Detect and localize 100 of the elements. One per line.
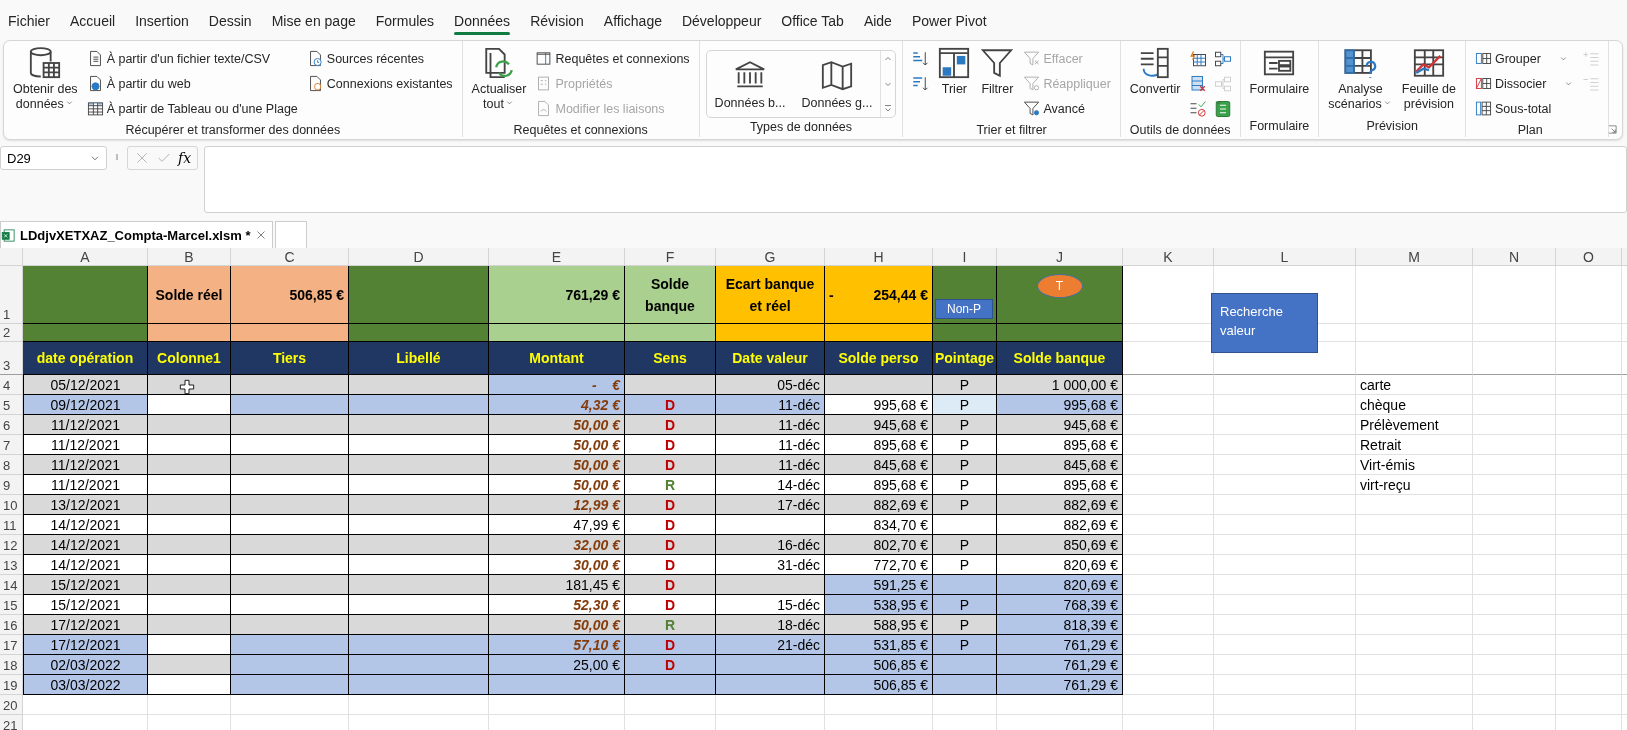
table-cell: 181,45 € <box>489 575 625 595</box>
group-label: Récupérer et transformer des données <box>125 122 341 139</box>
column-header[interactable]: M <box>1356 248 1473 266</box>
column-header[interactable]: B <box>148 248 231 266</box>
row-number[interactable]: 9 <box>0 475 23 495</box>
menu-tab[interactable]: Fichier <box>0 13 62 38</box>
row-number[interactable]: 12 <box>0 535 23 555</box>
ribbon-button[interactable]: Convertir <box>1126 44 1184 99</box>
clear-filter-icon <box>1023 50 1041 67</box>
menu-tab[interactable]: Insertion <box>127 13 201 38</box>
ribbon-button[interactable]: Avancé <box>1020 96 1114 121</box>
column-header[interactable]: G <box>716 248 825 266</box>
ribbon-button[interactable]: Trier <box>934 44 975 99</box>
ribbon-button[interactable]: Dissocier <box>1472 71 1578 96</box>
table-cell: 14/12/2021 <box>23 535 148 555</box>
column-header[interactable]: C <box>231 248 349 266</box>
menu-tab[interactable]: Révision <box>522 13 596 38</box>
cancel-icon[interactable] <box>134 150 150 166</box>
column-header[interactable]: F <box>625 248 716 266</box>
ribbon-button[interactable]: Formulaire <box>1246 44 1313 99</box>
table-cell: 1 000,00 € <box>997 375 1123 395</box>
ribbon-button[interactable]: Sources récentes <box>303 46 456 71</box>
column-header[interactable]: E <box>489 248 625 266</box>
column-header[interactable]: D <box>349 248 489 266</box>
dialog-launcher-icon[interactable] <box>1607 124 1618 135</box>
row-number[interactable]: 13 <box>0 555 23 575</box>
table-cell: 506,85 € <box>231 266 349 324</box>
ribbon-button[interactable]: À partir de Tableau ou d'une Plage <box>83 96 301 121</box>
menu-tab[interactable]: Mise en page <box>263 13 368 38</box>
row-number[interactable]: 21 <box>0 715 23 730</box>
ribbon-button[interactable]: Actualiser tout <box>468 44 530 114</box>
row-number[interactable]: 4 <box>0 375 23 395</box>
row-number[interactable]: 15 <box>0 595 23 615</box>
column-header[interactable]: N <box>1473 248 1556 266</box>
column-header[interactable]: H <box>825 248 933 266</box>
column-header[interactable]: I <box>933 248 997 266</box>
ribbon-button[interactable]: À partir d'un fichier texte/CSV <box>83 46 301 71</box>
data-type-button[interactable]: Données g... <box>793 51 881 117</box>
ribbon-button[interactable]: Feuille de prévision <box>1398 44 1459 114</box>
row-number[interactable]: 18 <box>0 655 23 675</box>
row-number[interactable]: 20 <box>0 695 23 715</box>
select-all-button[interactable] <box>0 248 23 266</box>
column-header[interactable]: L <box>1214 248 1356 266</box>
menu-tab[interactable]: Accueil <box>62 13 128 38</box>
table-cell: 17-déc <box>716 495 825 515</box>
row-number[interactable]: 17 <box>0 635 23 655</box>
ribbon-button[interactable]: Filtrer <box>977 44 1018 99</box>
ribbon-button[interactable]: Connexions existantes <box>303 71 456 96</box>
ribbon-button[interactable]: Obtenir des données <box>10 44 81 114</box>
table-icon <box>86 100 104 117</box>
ribbon-button[interactable]: Analyse scénarios <box>1325 44 1396 114</box>
column-header[interactable]: O <box>1556 248 1622 266</box>
forecast-sheet-icon <box>1411 46 1446 80</box>
row-number[interactable]: 8 <box>0 455 23 475</box>
column-header[interactable]: K <box>1123 248 1214 266</box>
menu-tab[interactable]: Power Pivot <box>903 13 999 38</box>
column-header[interactable]: J <box>997 248 1123 266</box>
row-number[interactable]: 7 <box>0 435 23 455</box>
insert-function-button[interactable]: fx <box>178 150 192 166</box>
row-number[interactable]: 5 <box>0 395 23 415</box>
table-cell: 03/03/2022 <box>23 675 148 695</box>
row-number[interactable]: 16 <box>0 615 23 635</box>
table-cell: 11/12/2021 <box>23 475 148 495</box>
column-header[interactable]: A <box>23 248 148 266</box>
table-cell: 05-déc <box>716 375 825 395</box>
filter-icon <box>980 46 1015 80</box>
ribbon-button[interactable]: Grouper <box>1472 46 1578 71</box>
row-number[interactable]: 10 <box>0 495 23 515</box>
formula-field[interactable] <box>204 146 1627 213</box>
macro-button[interactable]: Non-P <box>935 299 993 319</box>
search-value-button[interactable]: Recherche valeur <box>1211 293 1318 353</box>
row-number[interactable]: 1 <box>0 266 23 324</box>
ribbon-button[interactable]: Sous-total <box>1472 96 1578 121</box>
table-cell: 895,68 € <box>825 435 933 455</box>
ribbon-button[interactable]: À partir du web <box>83 71 301 96</box>
row-number[interactable]: 19 <box>0 675 23 695</box>
data-type-button[interactable]: Données b... <box>706 51 794 117</box>
row-number[interactable]: 14 <box>0 575 23 595</box>
new-tab-button[interactable] <box>275 221 308 248</box>
row-number[interactable]: 2 <box>0 324 23 342</box>
ribbon-button[interactable]: Requêtes et connexions <box>532 46 693 71</box>
menu-tab[interactable]: Développeur <box>673 13 774 38</box>
row-number[interactable]: 3 <box>0 342 23 375</box>
group-label: Prévision <box>1366 118 1418 135</box>
table-cell: 50,00 € <box>489 435 625 455</box>
menu-tab[interactable]: Office Tab <box>773 13 856 38</box>
sort-icon <box>937 46 972 80</box>
name-box[interactable]: D29 <box>0 146 107 170</box>
menu-tab[interactable]: Données <box>446 13 523 38</box>
table-cell: 818,39 € <box>997 615 1123 635</box>
column-title: Solde perso <box>825 342 933 375</box>
row-number[interactable]: 6 <box>0 415 23 435</box>
menu-tab[interactable]: Aide <box>855 13 904 38</box>
table-cell: 506,85 € <box>825 655 933 675</box>
workbook-tab[interactable]: LDdjvXETXAZ_Compta-Marcel.xlsm * <box>0 221 274 248</box>
menu-tab[interactable]: Affichage <box>595 13 674 38</box>
menu-tab[interactable]: Formules <box>367 13 447 38</box>
column-title: Colonne1 <box>148 342 231 375</box>
menu-tab[interactable]: Dessin <box>200 13 264 38</box>
row-number[interactable]: 11 <box>0 515 23 535</box>
